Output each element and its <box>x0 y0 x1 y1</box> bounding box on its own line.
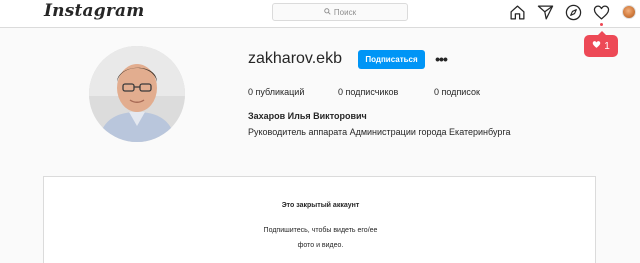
private-account-message: Подпишитесь, чтобы видеть его/ее фото и … <box>44 223 597 253</box>
profile-bio: Руководитель аппарата Администрации горо… <box>248 127 511 137</box>
follow-button[interactable]: Подписаться <box>358 50 425 69</box>
top-navigation-bar: Instagram Поиск <box>0 0 640 28</box>
search-icon <box>324 7 331 17</box>
profile-full-name: Захаров Илья Викторович <box>248 111 367 121</box>
direct-icon[interactable] <box>537 4 554 21</box>
profile-avatar[interactable] <box>622 5 636 19</box>
posts-count: 0 публикаций <box>248 87 305 97</box>
notification-dot <box>600 23 603 26</box>
following-count[interactable]: 0 подписок <box>434 87 480 97</box>
search-input[interactable]: Поиск <box>272 3 408 21</box>
activity-heart-icon[interactable] <box>593 4 610 21</box>
home-icon[interactable] <box>509 4 526 21</box>
followers-count[interactable]: 0 подписчиков <box>338 87 398 97</box>
heart-icon <box>592 40 601 52</box>
notification-count: 1 <box>604 40 610 52</box>
private-account-notice: Это закрытый аккаунт Подпишитесь, чтобы … <box>43 176 596 263</box>
profile-photo <box>89 46 185 142</box>
profile-username: zakharov.ekb <box>248 50 342 67</box>
private-account-message-line1: Подпишитесь, чтобы видеть его/ее <box>263 227 378 234</box>
search-placeholder: Поиск <box>333 7 357 17</box>
private-account-message-line2: фото и видео. <box>297 242 344 249</box>
private-account-title: Это закрытый аккаунт <box>281 202 360 209</box>
instagram-logo[interactable]: Instagram <box>44 1 144 21</box>
notification-bubble[interactable]: 1 <box>584 35 618 57</box>
more-options-icon[interactable]: ••• <box>431 51 451 67</box>
explore-icon[interactable] <box>565 4 582 21</box>
